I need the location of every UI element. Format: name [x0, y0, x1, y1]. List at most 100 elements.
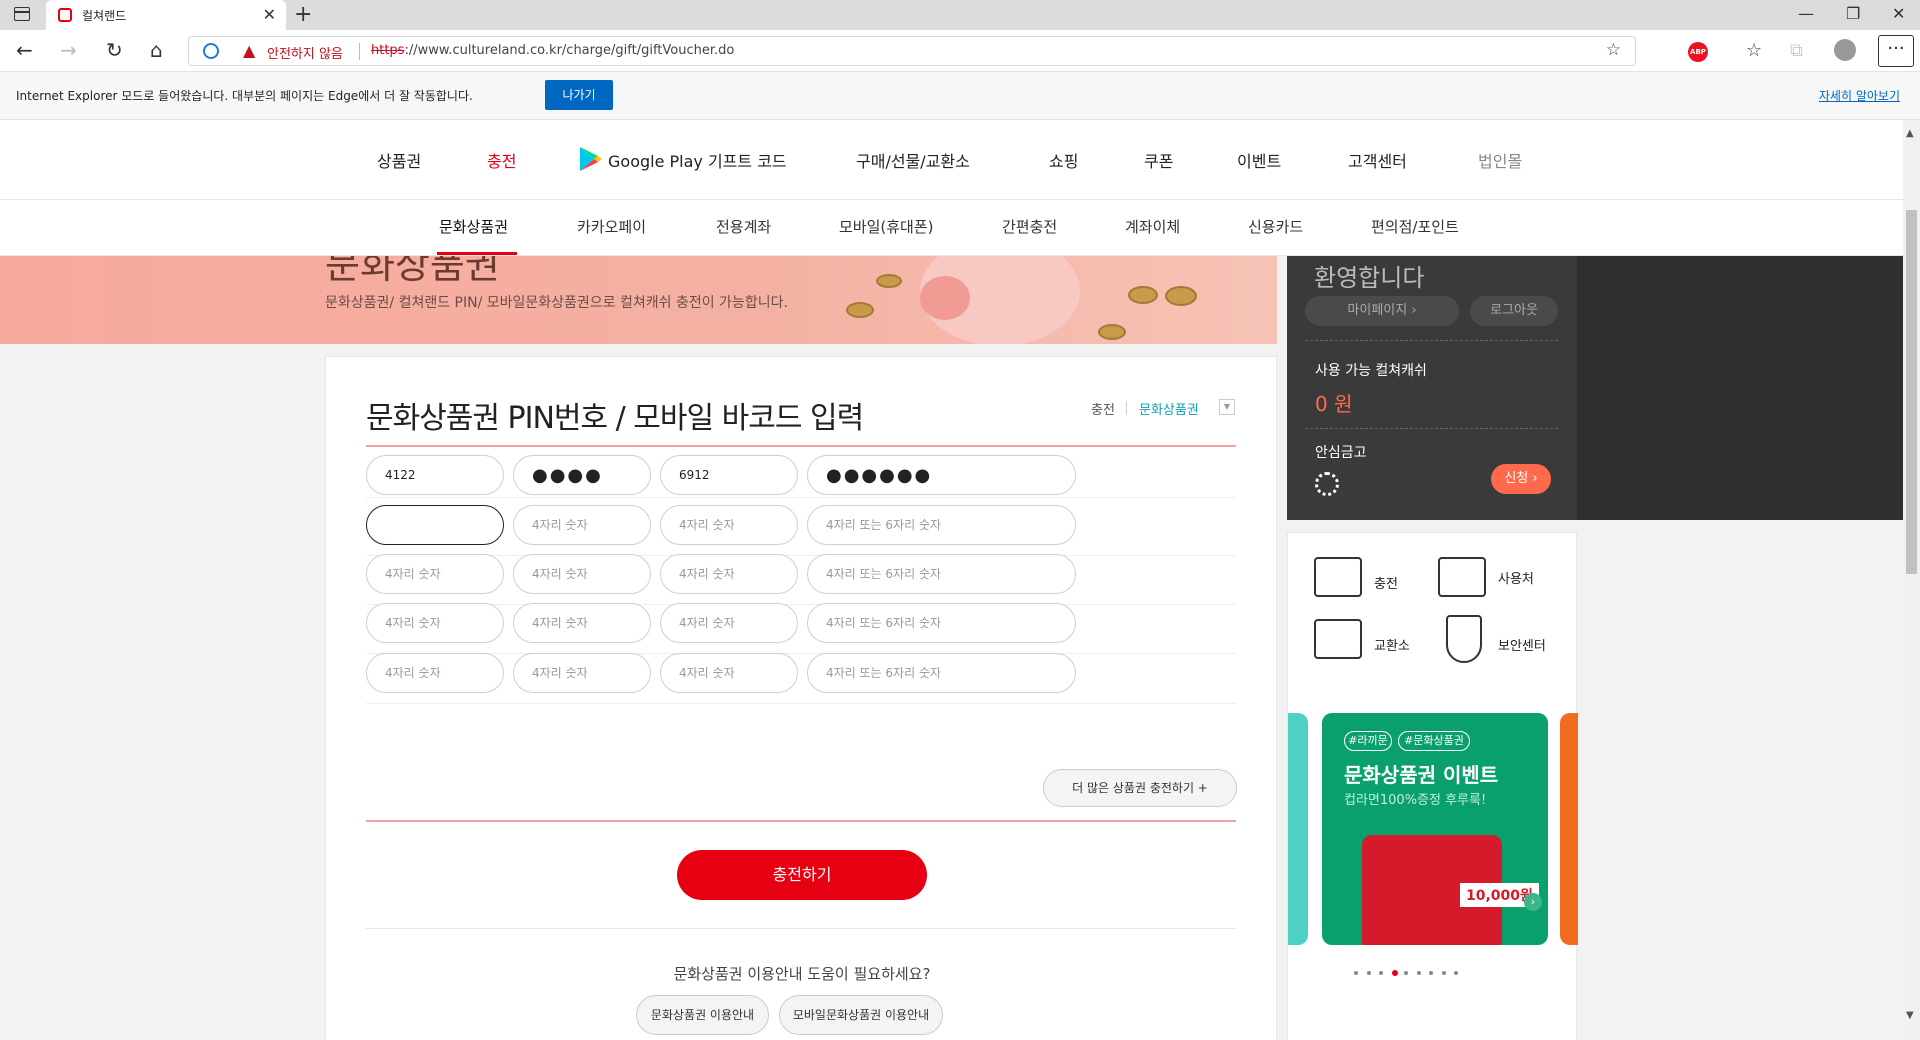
- shield-icon[interactable]: [1446, 615, 1482, 663]
- pin-input-3-3[interactable]: [660, 554, 798, 594]
- event-banner[interactable]: #라끼문 #문화상품권 문화상품권 이벤트 컵라면100%증정 후루룩! 10,…: [1322, 713, 1548, 945]
- quick-exchange[interactable]: 교환소: [1374, 635, 1410, 654]
- settings-more-icon[interactable]: ···: [1878, 35, 1914, 67]
- page-scrollbar[interactable]: ▲ ▼: [1903, 120, 1920, 1040]
- ie-mode-icon[interactable]: [203, 43, 219, 59]
- charge-icon[interactable]: [1314, 557, 1362, 597]
- pin-input-4-4[interactable]: [807, 603, 1076, 643]
- collections-icon[interactable]: ⧉: [1790, 40, 1803, 61]
- learn-more-link[interactable]: 자세히 알아보기: [1819, 87, 1900, 104]
- pin-input-2-2[interactable]: [513, 505, 651, 545]
- hero-banner: 문화상품권 문화상품권/ 컬쳐랜드 PIN/ 모바일문화상품권으로 컬쳐캐쉬 충…: [0, 256, 1277, 344]
- next-slide-peek[interactable]: [1560, 713, 1578, 945]
- url-field[interactable]: ▲ 안전하지 않음 https://www.cultureland.co.kr/…: [188, 36, 1636, 66]
- add-favorite-icon[interactable]: ☆: [1606, 40, 1621, 60]
- url-divider: [359, 43, 360, 60]
- profile-avatar[interactable]: [1834, 39, 1856, 61]
- close-window-icon[interactable]: ✕: [1892, 4, 1905, 23]
- url-text[interactable]: https://www.cultureland.co.kr/charge/gif…: [371, 43, 734, 58]
- pin-input-1-1[interactable]: [366, 455, 504, 495]
- favorites-icon[interactable]: ☆: [1746, 40, 1762, 61]
- scroll-down-icon[interactable]: ▼: [1906, 1010, 1914, 1021]
- subnav-bank-transfer[interactable]: 계좌이체: [1125, 216, 1180, 237]
- carousel-dot[interactable]: [1429, 971, 1433, 975]
- exchange-card-icon[interactable]: [1314, 619, 1362, 659]
- pin-input-3-4[interactable]: [807, 554, 1076, 594]
- restore-icon[interactable]: ❐: [1846, 4, 1860, 23]
- carousel-dot[interactable]: [1379, 971, 1383, 975]
- pin-input-5-1[interactable]: [366, 653, 504, 693]
- pin-input-1-4[interactable]: [807, 455, 1076, 495]
- pin-input-3-1[interactable]: [366, 554, 504, 594]
- quick-usage[interactable]: 사용처: [1498, 568, 1534, 587]
- mypage-button[interactable]: 마이페이지 ›: [1305, 296, 1459, 326]
- home-icon[interactable]: ⌂: [150, 38, 163, 62]
- nav-google-play[interactable]: Google Play 기프트 코드: [608, 148, 787, 172]
- store-icon[interactable]: [1438, 557, 1486, 597]
- pin-input-1-3[interactable]: [660, 455, 798, 495]
- apply-button[interactable]: 신청 ›: [1491, 464, 1551, 494]
- gear-icon[interactable]: [1315, 472, 1339, 496]
- nav-support[interactable]: 고객센터: [1348, 148, 1407, 172]
- nav-charge[interactable]: 충전: [487, 148, 516, 172]
- carousel-dot[interactable]: [1416, 971, 1421, 975]
- charge-button[interactable]: 충전하기: [677, 850, 927, 900]
- nav-corporate[interactable]: 법인몰: [1478, 148, 1522, 172]
- subnav-easy-charge[interactable]: 간편충전: [1002, 216, 1057, 237]
- nav-purchase[interactable]: 구매/선물/교환소: [856, 148, 970, 172]
- breadcrumb-voucher[interactable]: 문화상품권: [1139, 399, 1199, 418]
- subnav-convenience[interactable]: 편의점/포인트: [1371, 216, 1459, 237]
- nav-gift-cards[interactable]: 상품권: [377, 148, 421, 172]
- carousel-dot[interactable]: [1454, 971, 1458, 975]
- nav-shopping[interactable]: 쇼핑: [1049, 148, 1078, 172]
- tab-actions-icon[interactable]: [14, 7, 30, 21]
- prev-slide-peek[interactable]: [1288, 713, 1308, 945]
- carousel-dot[interactable]: [1441, 971, 1446, 975]
- breadcrumb-charge[interactable]: 충전: [1091, 399, 1115, 418]
- pin-input-1-2[interactable]: [513, 455, 651, 495]
- adblock-icon[interactable]: ABP: [1688, 42, 1708, 62]
- pin-input-4-3[interactable]: [660, 603, 798, 643]
- quick-charge[interactable]: 충전: [1374, 573, 1398, 592]
- carousel-dot[interactable]: [1354, 971, 1358, 975]
- carousel-dot[interactable]: [1404, 971, 1408, 975]
- pin-input-4-2[interactable]: [513, 603, 651, 643]
- subnav-culture-voucher[interactable]: 문화상품권: [439, 216, 508, 237]
- subnav-credit-card[interactable]: 신용카드: [1248, 216, 1303, 237]
- pin-input-4-1[interactable]: [366, 603, 504, 643]
- refresh-icon[interactable]: ↻: [106, 38, 123, 62]
- subnav-account[interactable]: 전용계좌: [716, 216, 771, 237]
- scroll-thumb[interactable]: [1906, 210, 1917, 574]
- next-arrow-icon[interactable]: ›: [1524, 893, 1542, 911]
- forward-icon[interactable]: →: [60, 38, 77, 62]
- mobile-voucher-guide-button[interactable]: 모바일문화상품권 이용안내: [779, 995, 943, 1035]
- carousel-dot[interactable]: [1391, 970, 1398, 976]
- quick-security[interactable]: 보안센터: [1498, 635, 1546, 654]
- pin-input-2-1[interactable]: [366, 505, 504, 545]
- pin-input-3-2[interactable]: [513, 554, 651, 594]
- pin-input-5-2[interactable]: [513, 653, 651, 693]
- cash-value: 0 원: [1315, 392, 1353, 416]
- more-vouchers-button[interactable]: 더 많은 상품권 충전하기 +: [1043, 769, 1237, 807]
- new-tab-icon[interactable]: +: [294, 2, 312, 27]
- subnav-mobile[interactable]: 모바일(휴대폰): [839, 216, 934, 237]
- nav-event[interactable]: 이벤트: [1237, 148, 1281, 172]
- pin-input-5-3[interactable]: [660, 653, 798, 693]
- subnav-kakaopay[interactable]: 카카오페이: [577, 216, 646, 237]
- browser-tab[interactable]: 컬쳐랜드 ✕: [46, 0, 286, 30]
- scroll-up-icon[interactable]: ▲: [1906, 128, 1914, 139]
- carousel-dot[interactable]: [1366, 971, 1371, 975]
- pin-input-5-4[interactable]: [807, 653, 1076, 693]
- pin-input-2-4[interactable]: [807, 505, 1076, 545]
- chevron-down-icon[interactable]: ▼: [1219, 399, 1235, 415]
- not-secure-label[interactable]: 안전하지 않음: [267, 43, 343, 62]
- nav-coupon[interactable]: 쿠폰: [1144, 148, 1173, 172]
- close-tab-icon[interactable]: ✕: [263, 5, 276, 24]
- back-icon[interactable]: ←: [16, 38, 33, 62]
- logout-button[interactable]: 로그아웃: [1470, 296, 1558, 326]
- event-tag: #문화상품권: [1398, 731, 1470, 751]
- pin-input-2-3[interactable]: [660, 505, 798, 545]
- minimize-icon[interactable]: —: [1798, 4, 1814, 23]
- leave-ie-mode-button[interactable]: 나가기: [545, 80, 613, 110]
- voucher-guide-button[interactable]: 문화상품권 이용안내: [636, 995, 769, 1035]
